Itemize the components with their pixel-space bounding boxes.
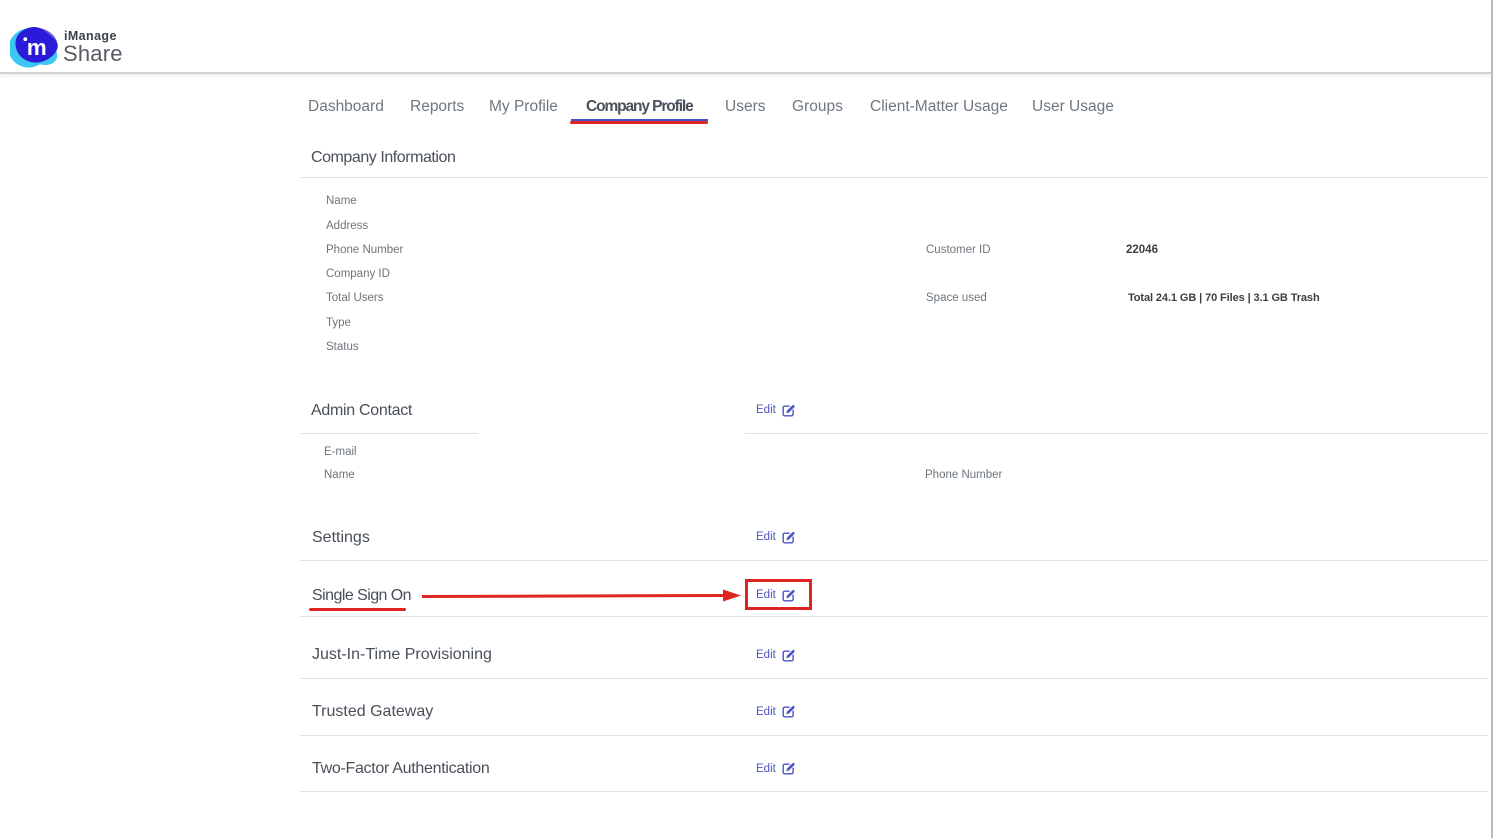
svg-text:m: m — [27, 35, 47, 60]
